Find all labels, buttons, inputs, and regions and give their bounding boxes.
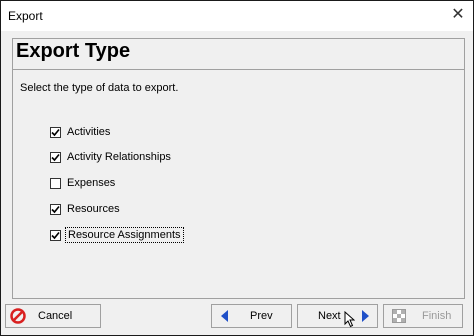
wizard-footer: Cancel Prev Next Finish: [5, 304, 463, 330]
wizard-page: Export Type Select the type of data to e…: [12, 38, 465, 299]
prev-label: Prev: [250, 310, 273, 322]
window-title: Export: [8, 9, 43, 23]
option-resources[interactable]: Resources: [50, 201, 120, 217]
page-header: Export Type: [13, 39, 464, 70]
checkbox-activity-relationships[interactable]: [50, 151, 61, 163]
option-expenses[interactable]: Expenses: [50, 175, 115, 191]
checkbox-resource-assignments[interactable]: [50, 229, 61, 241]
title-bar: Export ✕: [1, 1, 473, 31]
arrow-left-icon: [219, 309, 229, 326]
finish-flag-icon: [392, 309, 406, 326]
cancel-label: Cancel: [38, 310, 73, 322]
option-label: Activity Relationships: [67, 151, 171, 163]
arrow-right-icon: [361, 309, 371, 326]
option-activity-relationships[interactable]: Activity Relationships: [50, 149, 171, 165]
checkbox-activities[interactable]: [50, 126, 61, 138]
mouse-cursor-icon: [344, 310, 356, 331]
close-icon[interactable]: ✕: [447, 4, 469, 26]
next-button[interactable]: Next: [297, 304, 378, 328]
option-label: Activities: [67, 126, 111, 138]
checkbox-resources[interactable]: [50, 203, 61, 215]
finish-label: Finish: [422, 310, 452, 322]
option-label: Resources: [67, 203, 120, 215]
finish-button[interactable]: Finish: [383, 304, 463, 328]
option-resource-assignments[interactable]: Resource Assignments: [50, 227, 184, 243]
page-title: Export Type: [16, 40, 131, 62]
page-description: Select the type of data to export.: [20, 82, 179, 94]
next-label: Next: [318, 310, 341, 322]
export-dialog: Export ✕ Export Type Select the type of …: [0, 0, 474, 336]
option-label: Resource Assignments: [65, 227, 184, 243]
cancel-icon: [10, 308, 26, 327]
option-label: Expenses: [67, 177, 116, 189]
cancel-button[interactable]: Cancel: [5, 304, 101, 328]
option-activities[interactable]: Activities: [50, 124, 110, 140]
prev-button[interactable]: Prev: [211, 304, 292, 328]
checkbox-expenses[interactable]: [50, 177, 61, 189]
